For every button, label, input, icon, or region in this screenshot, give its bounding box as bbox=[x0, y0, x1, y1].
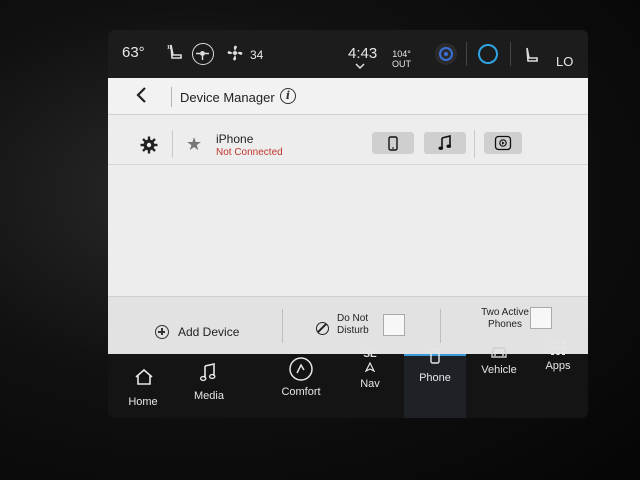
do-not-disturb-checkbox[interactable] bbox=[383, 314, 405, 336]
actions-divider bbox=[440, 309, 441, 343]
nav-apps[interactable]: Apps bbox=[528, 341, 588, 418]
back-arrow-icon[interactable] bbox=[134, 86, 148, 104]
gear-icon[interactable] bbox=[140, 136, 158, 154]
row-divider bbox=[172, 130, 173, 158]
fan-icon[interactable] bbox=[224, 42, 246, 64]
title-bar: Device Manager i bbox=[108, 78, 588, 115]
alexa-icon[interactable] bbox=[478, 44, 498, 64]
dnd-line2: Disturb bbox=[337, 325, 369, 336]
outside-temp: 104° OUT bbox=[392, 49, 411, 69]
nav-label: Phone bbox=[419, 372, 451, 384]
driver-assist-icon[interactable] bbox=[435, 43, 457, 65]
comfort-icon bbox=[289, 357, 313, 381]
nav-navigation[interactable]: SE Nav bbox=[340, 349, 400, 418]
status-divider bbox=[510, 42, 511, 66]
phone-icon bbox=[430, 348, 440, 364]
fan-level: 34 bbox=[250, 48, 264, 62]
phone-profile-button[interactable] bbox=[372, 132, 414, 154]
two-active-phones-checkbox[interactable] bbox=[530, 307, 552, 329]
device-manager-actions: Add Device Do Not Disturb Two Active Pho… bbox=[108, 296, 588, 355]
outside-temp-label: OUT bbox=[392, 59, 411, 69]
device-manager-panel: Device Manager i ★ iPhone Not Connected bbox=[108, 78, 588, 355]
dnd-line1: Do Not bbox=[337, 313, 369, 324]
nav-label: Vehicle bbox=[481, 364, 517, 376]
row-divider bbox=[474, 130, 475, 158]
steering-heat-icon[interactable] bbox=[192, 43, 214, 65]
carplay-button[interactable] bbox=[484, 132, 522, 154]
nav-phone[interactable]: Phone bbox=[404, 348, 466, 418]
driver-temp[interactable]: 63° bbox=[122, 44, 145, 61]
music-note-icon bbox=[438, 135, 452, 150]
compass-icon bbox=[365, 362, 375, 372]
info-icon[interactable]: i bbox=[280, 88, 296, 104]
device-row-iphone[interactable]: ★ iPhone Not Connected bbox=[108, 114, 588, 165]
title-divider bbox=[171, 87, 172, 107]
heated-seat-icon[interactable] bbox=[166, 43, 184, 63]
do-not-disturb-icon bbox=[316, 322, 329, 335]
passenger-seat-icon[interactable] bbox=[522, 46, 540, 66]
do-not-disturb-toggle[interactable]: Do Not Disturb bbox=[286, 297, 436, 355]
chevron-down-icon[interactable] bbox=[355, 63, 365, 69]
status-divider bbox=[466, 42, 467, 66]
home-icon bbox=[135, 368, 153, 385]
add-device-label: Add Device bbox=[178, 325, 240, 339]
page-title: Device Manager bbox=[180, 90, 275, 105]
car-icon bbox=[491, 347, 507, 358]
outside-temp-value: 104° bbox=[392, 49, 411, 59]
phone-icon bbox=[388, 136, 398, 151]
nav-label: Apps bbox=[545, 360, 571, 372]
nav-vehicle[interactable]: Vehicle bbox=[468, 347, 530, 418]
actions-divider bbox=[282, 309, 283, 343]
infotainment-screen: 63° 34 4:43 104° OUT LO Device Manager i… bbox=[108, 30, 588, 418]
nav-home[interactable]: Home bbox=[112, 354, 174, 418]
nav-label: Home bbox=[128, 396, 158, 408]
media-profile-button[interactable] bbox=[424, 132, 466, 154]
device-name: iPhone bbox=[216, 132, 254, 146]
apps-grid-icon bbox=[551, 341, 565, 355]
do-not-disturb-label: Do Not Disturb bbox=[337, 313, 387, 337]
clock[interactable]: 4:43 bbox=[348, 45, 377, 62]
add-circle-icon bbox=[155, 325, 169, 339]
nav-label: Nav bbox=[360, 378, 380, 390]
device-status: Not Connected bbox=[216, 147, 283, 158]
compass-heading: SE bbox=[363, 349, 377, 360]
add-device-button[interactable]: Add Device bbox=[108, 297, 278, 355]
bottom-nav: Home Media Comfort SE Nav Phone Vehicle bbox=[108, 341, 588, 418]
passenger-temp[interactable]: LO bbox=[556, 54, 573, 69]
status-bar: 63° 34 4:43 104° OUT LO bbox=[108, 30, 588, 78]
nav-comfort[interactable]: Comfort bbox=[266, 354, 336, 418]
music-note-icon bbox=[200, 363, 216, 382]
nav-label: Comfort bbox=[281, 386, 321, 398]
nav-media[interactable]: Media bbox=[178, 354, 240, 418]
favorite-star-icon[interactable]: ★ bbox=[186, 134, 202, 155]
nav-label: Media bbox=[194, 390, 224, 402]
carplay-icon bbox=[494, 135, 512, 151]
